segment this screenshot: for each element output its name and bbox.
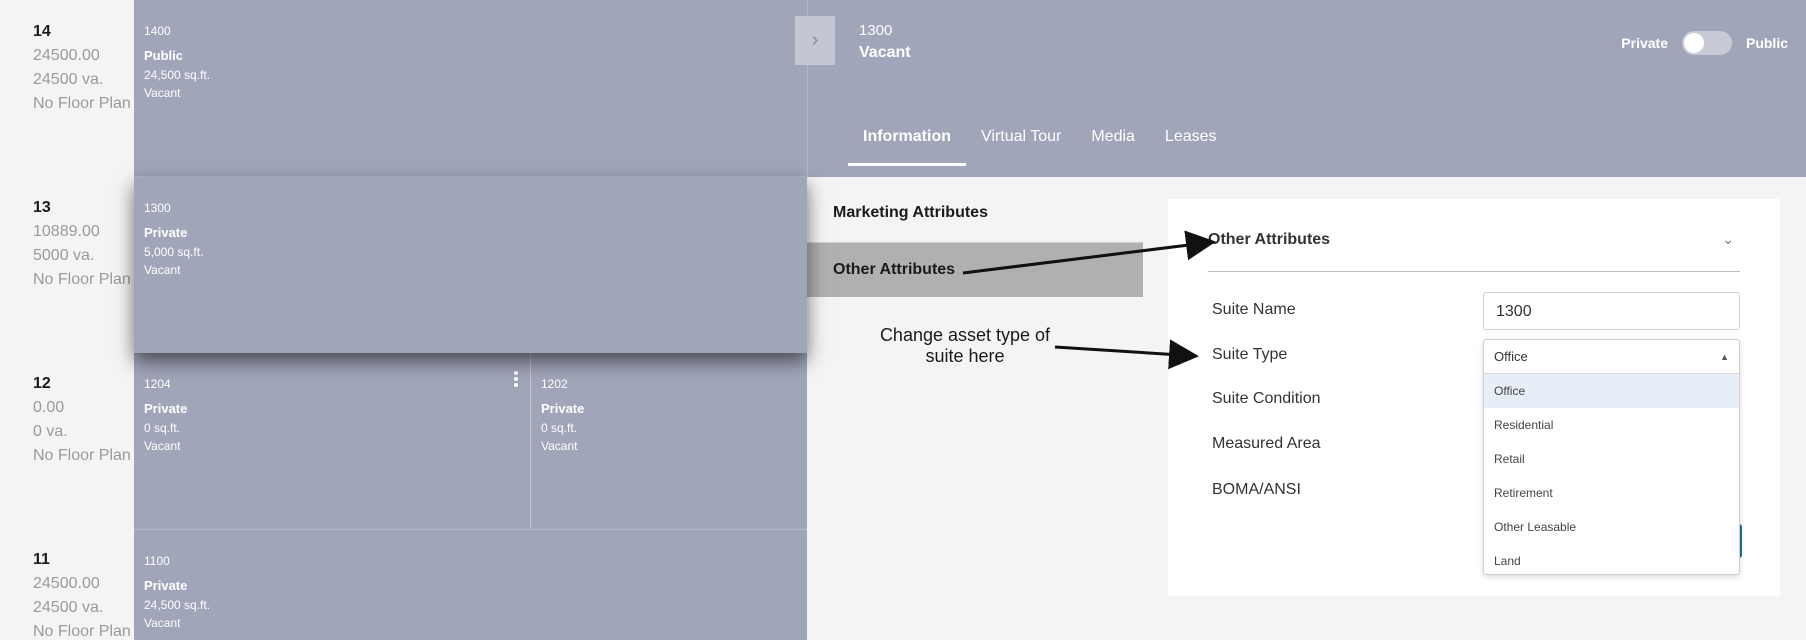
tab-information[interactable]: Information — [848, 118, 966, 166]
tab-media[interactable]: Media — [1076, 118, 1150, 165]
suite-number: 1204 — [144, 377, 171, 391]
option-office[interactable]: Office — [1484, 374, 1739, 408]
floor-number: 14 — [33, 23, 51, 40]
tab-leases[interactable]: Leases — [1150, 118, 1232, 165]
selected-value: Office — [1494, 349, 1528, 364]
attribute-nav: Marketing Attributes Other Attributes — [807, 190, 1143, 297]
floor-label-11: 11 24500.00 24500 va. No Floor Plan — [33, 548, 131, 640]
suite-number: 1400 — [144, 24, 171, 38]
option-retail[interactable]: Retail — [1484, 442, 1739, 476]
option-land[interactable]: Land — [1484, 544, 1739, 574]
suite-status: Vacant — [541, 439, 578, 453]
panel-header: 1300 Vacant Private Public Information V… — [807, 0, 1806, 177]
panel-suite-status: Vacant — [859, 44, 911, 61]
floor-area: 0.00 — [33, 399, 65, 416]
floor-label-13: 13 10889.00 5000 va. No Floor Plan — [33, 196, 131, 292]
measured-area-label: Measured Area — [1212, 435, 1321, 452]
suite-detail-panel: 1300 Vacant Private Public Information V… — [795, 0, 1806, 640]
suite-type-selected[interactable]: Office ▲ — [1484, 340, 1739, 374]
floor-label-14: 14 24500.00 24500 va. No Floor Plan — [33, 20, 131, 116]
floor-number: 13 — [33, 199, 51, 216]
suite-status: Vacant — [144, 86, 181, 100]
attributes-card: Other Attributes ⌄ Suite Name 1300 Suite… — [1168, 199, 1780, 596]
suite-number: 1202 — [541, 377, 568, 391]
boma-ansi-label: BOMA/ANSI — [1212, 481, 1301, 498]
option-other-leasable[interactable]: Other Leasable — [1484, 510, 1739, 544]
kebab-menu-icon[interactable] — [514, 371, 518, 389]
suite-type-label: Suite Type — [1212, 346, 1288, 363]
chevron-down-icon[interactable]: ⌄ — [1722, 231, 1734, 271]
suite-type-options: Office Residential Retail Retirement Oth… — [1484, 374, 1739, 574]
tab-bar: Information Virtual Tour Media Leases — [848, 118, 1232, 166]
floor-number: 12 — [33, 375, 51, 392]
suite-status: Vacant — [144, 439, 181, 453]
suite-condition-label: Suite Condition — [1212, 390, 1321, 407]
suite-name-label: Suite Name — [1212, 301, 1296, 318]
suite-number: 1100 — [144, 554, 170, 568]
suite-name-input[interactable]: 1300 — [1483, 292, 1740, 330]
floor-area: 10889.00 — [33, 223, 100, 240]
panel-suite-number: 1300 — [859, 22, 893, 39]
suite-size: 5,000 sq.ft. — [144, 245, 204, 259]
toggle-public-label: Public — [1745, 35, 1788, 51]
privacy-switch[interactable] — [1681, 31, 1732, 55]
suite-type: Private — [144, 578, 188, 593]
floor-plan-status: No Floor Plan — [33, 623, 131, 640]
option-residential[interactable]: Residential — [1484, 408, 1739, 442]
section-title: Other Attributes — [1208, 231, 1331, 248]
toggle-private-label: Private — [1621, 35, 1668, 51]
floor-plan-status: No Floor Plan — [33, 271, 131, 288]
suite-type-select[interactable]: Office ▲ Office Residential Retail Retir… — [1483, 339, 1740, 575]
floor-plan-status: No Floor Plan — [33, 447, 131, 464]
suite-card-1204[interactable]: 1204 Private 0 sq.ft. Vacant — [134, 353, 530, 529]
floor-row-12: 1204 Private 0 sq.ft. Vacant 1202 Privat… — [134, 353, 807, 529]
floor-area: 24500.00 — [33, 47, 100, 64]
suite-type: Public — [144, 48, 184, 63]
suite-size: 24,500 sq.ft. — [144, 598, 211, 612]
suite-number: 1300 — [144, 201, 171, 215]
switch-knob — [1683, 33, 1704, 53]
nav-marketing-attributes[interactable]: Marketing Attributes — [807, 190, 1143, 232]
suite-type: Private — [541, 401, 585, 416]
visibility-toggle: Private Public — [1621, 31, 1806, 55]
suite-card-1400[interactable]: 1400 Public 24,500 sq.ft. Vacant — [134, 0, 807, 176]
nav-other-attributes[interactable]: Other Attributes — [807, 242, 1143, 297]
suite-type: Private — [144, 225, 188, 240]
caret-up-icon: ▲ — [1720, 352, 1729, 362]
floor-row-14: 1400 Public 24,500 sq.ft. Vacant — [134, 0, 807, 176]
floor-area: 24500.00 — [33, 575, 100, 592]
suite-status: Vacant — [144, 263, 181, 277]
suite-card-1300[interactable]: 1300 Private 5,000 sq.ft. Vacant — [134, 177, 807, 353]
floor-va: 24500 va. — [33, 71, 104, 88]
suite-card-1202[interactable]: 1202 Private 0 sq.ft. Vacant — [530, 353, 807, 529]
suite-status: Vacant — [144, 616, 181, 630]
floor-va: 0 va. — [33, 423, 68, 440]
chevron-right-icon[interactable]: › — [795, 16, 835, 65]
suite-card-1100[interactable]: 1100 Private 24,500 sq.ft. Vacant — [134, 530, 807, 640]
floor-va: 5000 va. — [33, 247, 95, 264]
section-header[interactable]: Other Attributes ⌄ — [1208, 231, 1740, 272]
floor-row-11: 1100 Private 24,500 sq.ft. Vacant — [134, 530, 807, 640]
annotation-text: Change asset type of suite here — [879, 325, 1051, 366]
tab-virtual-tour[interactable]: Virtual Tour — [966, 118, 1076, 165]
suite-size: 0 sq.ft. — [144, 421, 181, 435]
floor-stack: 14 24500.00 24500 va. No Floor Plan 13 1… — [0, 0, 807, 640]
option-retirement[interactable]: Retirement — [1484, 476, 1739, 510]
floor-row-13: 1300 Private 5,000 sq.ft. Vacant — [134, 177, 807, 353]
floor-va: 24500 va. — [33, 599, 104, 616]
suite-type: Private — [144, 401, 188, 416]
floor-plan-status: No Floor Plan — [33, 95, 131, 112]
floor-number: 11 — [33, 551, 50, 568]
floor-label-12: 12 0.00 0 va. No Floor Plan — [33, 372, 131, 468]
suite-size: 0 sq.ft. — [541, 421, 578, 435]
suite-size: 24,500 sq.ft. — [144, 68, 211, 82]
